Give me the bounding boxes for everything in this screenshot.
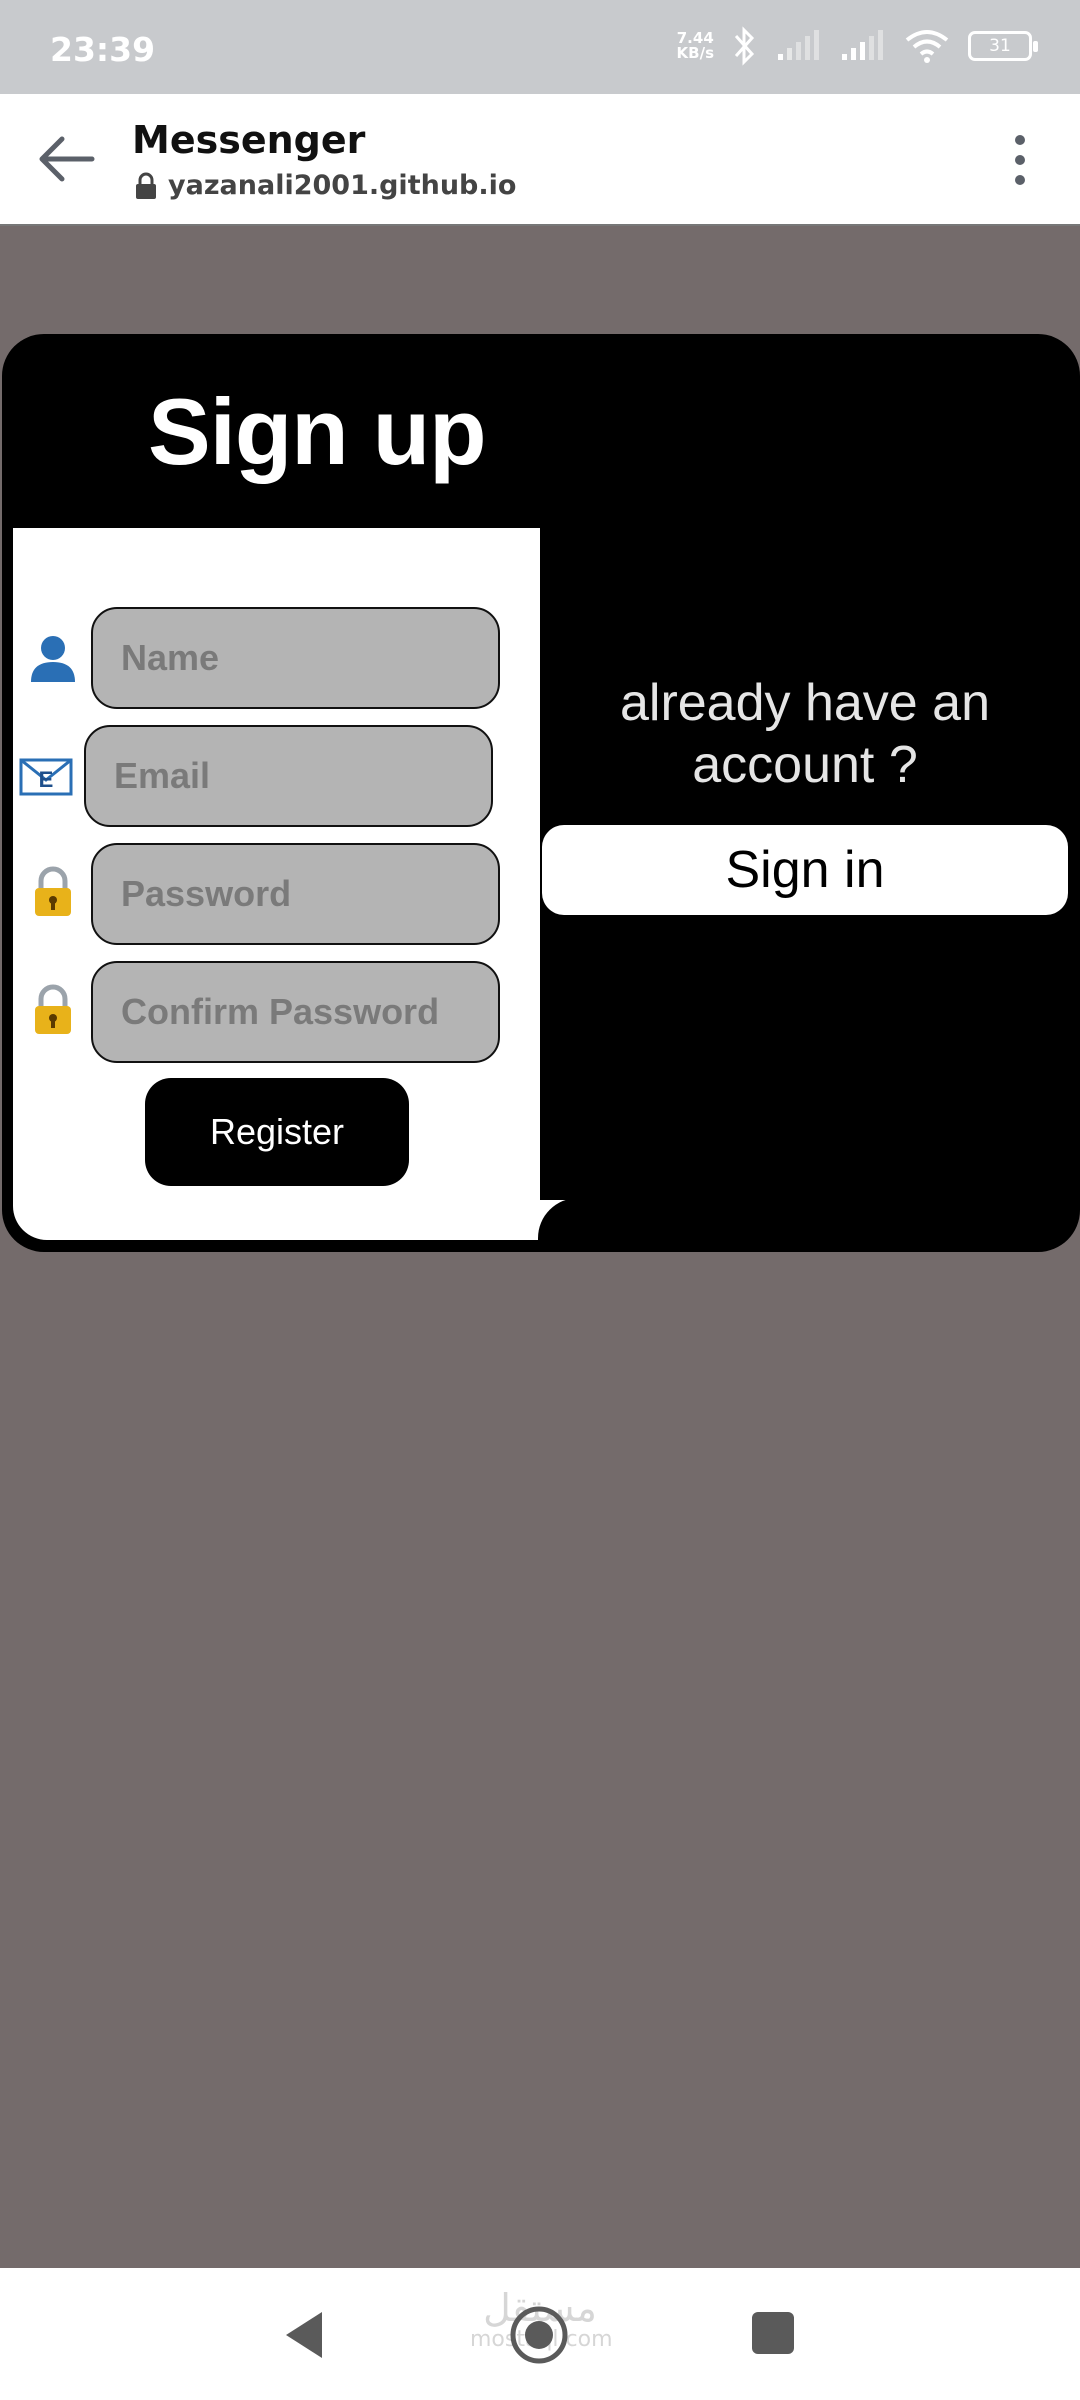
confirm-password-input[interactable] — [91, 961, 500, 1063]
nav-home-icon[interactable] — [508, 2304, 570, 2366]
lock-icon — [35, 984, 71, 1034]
system-nav-bar: مستقل mostaql.com — [0, 2268, 1080, 2400]
app-bar: Messenger yazanali2001.github.io — [0, 94, 1080, 226]
name-input[interactable] — [91, 607, 500, 709]
register-button[interactable]: Register — [145, 1078, 409, 1186]
status-time: 23:39 — [50, 30, 156, 69]
email-icon: E — [19, 758, 73, 796]
net-speed-unit: KB/s — [676, 44, 714, 62]
email-input[interactable] — [84, 725, 493, 827]
bluetooth-icon — [734, 26, 755, 66]
url-text: yazanali2001.github.io — [168, 170, 517, 201]
lock-icon — [35, 866, 71, 916]
status-bar: 23:39 7.44 KB/s 31 — [0, 0, 1080, 94]
signin-prompt: already have an account ? — [619, 674, 991, 794]
padlock-icon — [136, 172, 156, 199]
signal-icon — [842, 30, 883, 60]
app-title: Messenger — [132, 118, 366, 162]
signal-icon — [778, 30, 819, 60]
nav-back-icon[interactable] — [280, 2308, 328, 2362]
password-input[interactable] — [91, 843, 500, 945]
net-speed: 7.44 KB/s — [677, 31, 714, 61]
signin-button[interactable]: Sign in — [542, 825, 1068, 915]
status-icons: 7.44 KB/s 31 — [677, 26, 1038, 66]
url-row: yazanali2001.github.io — [134, 170, 516, 201]
wifi-icon — [905, 30, 949, 63]
form-panel-corner — [538, 1198, 578, 1240]
back-arrow-icon[interactable] — [30, 122, 104, 196]
battery-icon: 31 — [968, 31, 1038, 61]
nav-recents-icon[interactable] — [752, 2312, 794, 2354]
user-icon — [31, 636, 75, 682]
svg-text:E: E — [39, 767, 54, 792]
page-title: Sign up — [148, 379, 487, 484]
more-vert-icon[interactable] — [1000, 130, 1040, 190]
